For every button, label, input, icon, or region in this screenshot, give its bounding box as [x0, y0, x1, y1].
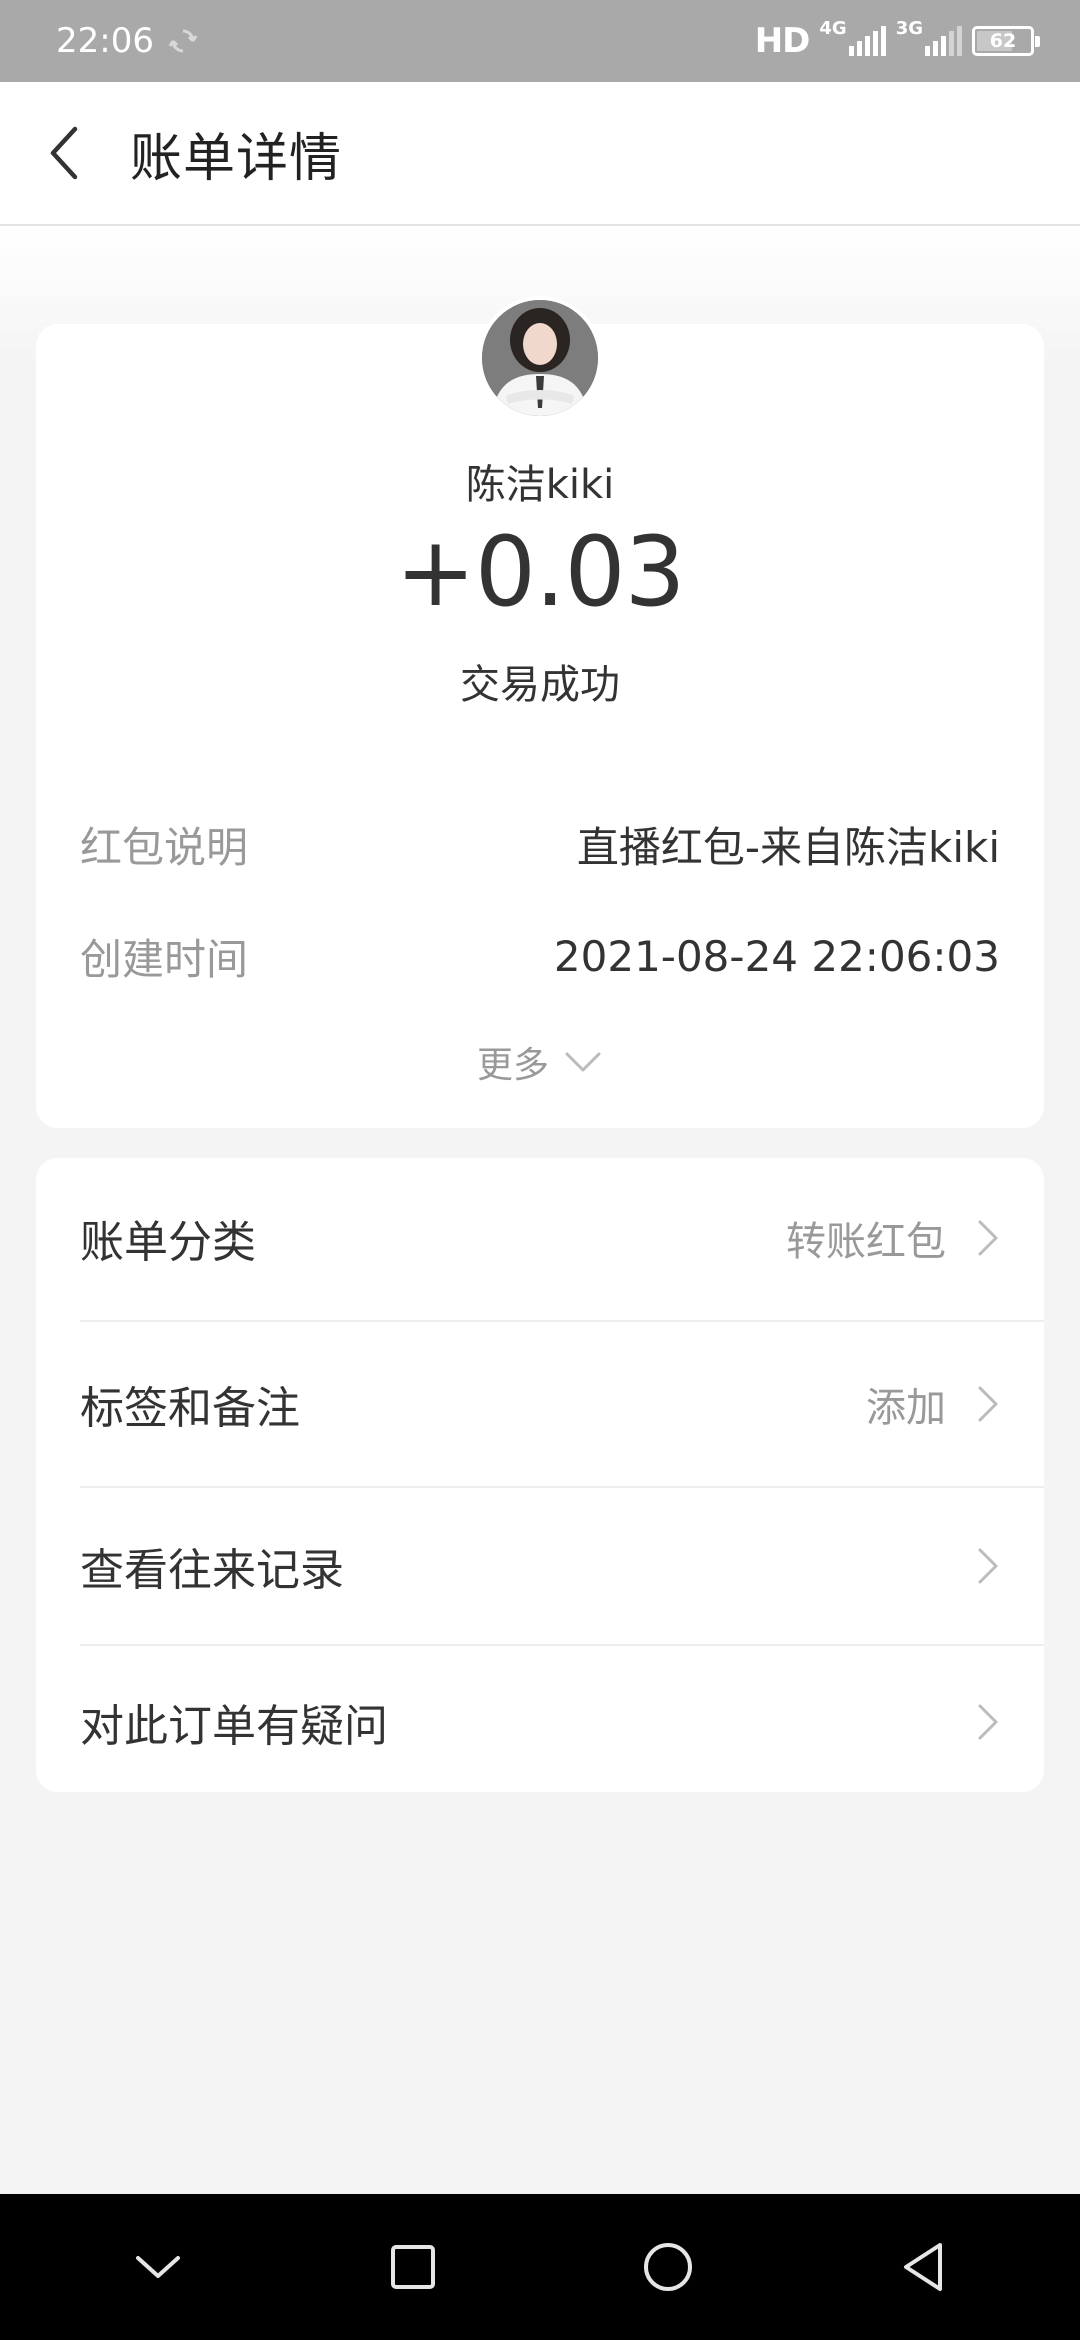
battery-icon: 62	[972, 26, 1040, 56]
sync-icon	[168, 29, 198, 53]
nav-chevron-down-icon	[135, 2256, 180, 2278]
signal-2: 3G	[896, 18, 962, 56]
signal-1: 4G	[819, 18, 886, 56]
more-label: 更多	[476, 1045, 549, 1086]
detail-label: 红包说明	[80, 823, 249, 872]
action-label: 查看往来记录	[80, 1545, 344, 1596]
action-value: 转账红包	[786, 1219, 946, 1265]
transaction-card	[36, 324, 1044, 1128]
chevron-down-icon	[565, 1052, 601, 1072]
page-title: 账单详情	[130, 128, 343, 189]
nav-square-icon	[390, 2245, 435, 2289]
transaction-amount: +0.03	[395, 516, 685, 628]
action-row-history[interactable]: 查看往来记录	[80, 1516, 1000, 1616]
status-bar: 22:06 HD 4G 3G 62	[0, 0, 1080, 82]
signal-bars-icon	[925, 26, 962, 56]
transaction-status: 交易成功	[460, 662, 620, 708]
signal-bars-icon	[848, 26, 886, 56]
action-label: 对此订单有疑问	[80, 1701, 388, 1752]
nav-recents-button[interactable]	[353, 2207, 473, 2327]
chevron-right-icon	[978, 1548, 998, 1584]
signal-2-tech: 3G	[895, 18, 923, 39]
system-nav-bar	[0, 2194, 1080, 2340]
detail-row-description: 红包说明 直播红包-来自陈洁kiki	[80, 814, 1000, 875]
avatar[interactable]	[478, 296, 602, 420]
nav-home-button[interactable]	[608, 2207, 728, 2327]
avatar-image	[482, 300, 598, 416]
sender-name: 陈洁kiki	[465, 462, 615, 508]
chevron-right-icon	[978, 1704, 998, 1740]
nav-back-button[interactable]	[863, 2207, 983, 2327]
detail-row-created-time: 创建时间 2021-08-24 22:06:03	[80, 926, 1000, 987]
divider	[80, 1644, 1044, 1646]
signal-1-tech: 4G	[819, 18, 847, 39]
network-label: HD	[754, 21, 811, 61]
action-label: 标签和备注	[80, 1383, 300, 1434]
detail-value: 直播红包-来自陈洁kiki	[576, 823, 1000, 872]
back-chevron-icon	[50, 126, 78, 180]
nav-menu-button[interactable]	[98, 2207, 218, 2327]
divider	[80, 1486, 1044, 1488]
divider	[80, 1320, 1044, 1322]
nav-circle-icon	[643, 2243, 692, 2291]
status-right: HD 4G 3G 62	[754, 18, 1040, 61]
action-value: 添加	[866, 1385, 946, 1431]
action-row-category[interactable]: 账单分类 转账红包	[80, 1188, 1000, 1288]
action-row-question[interactable]: 对此订单有疑问	[80, 1672, 1000, 1772]
action-row-tags-notes[interactable]: 标签和备注 添加	[80, 1354, 1000, 1454]
chevron-right-icon	[978, 1386, 998, 1422]
more-button[interactable]: 更多	[0, 1036, 1080, 1088]
chevron-right-icon	[978, 1220, 998, 1256]
back-button[interactable]	[0, 81, 130, 225]
status-time: 22:06	[56, 21, 154, 61]
nav-triangle-icon	[903, 2243, 942, 2291]
battery-level: 62	[989, 30, 1017, 52]
detail-label: 创建时间	[80, 935, 249, 984]
detail-value: 2021-08-24 22:06:03	[553, 932, 1000, 981]
status-left: 22:06	[56, 21, 198, 61]
action-label: 账单分类	[80, 1217, 256, 1268]
app-header: 账单详情	[0, 82, 1080, 226]
